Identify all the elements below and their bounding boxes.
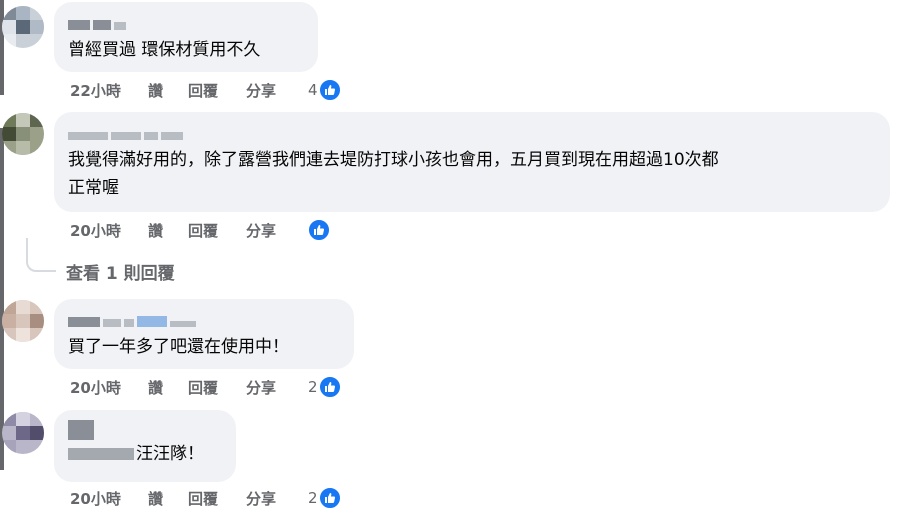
comment-bubble: 我覺得滿好用的，除了露營我們連去堤防打球小孩也會用，五月買到現在用超過10次都 … [54, 112, 890, 212]
commenter-name-blurred[interactable] [68, 122, 876, 140]
comment-timestamp[interactable]: 20小時 [70, 220, 148, 241]
reaction-count-number: 4 [308, 81, 318, 99]
thumbs-up-icon [317, 486, 342, 510]
comment-actions: 20小時 讚 回覆 分享 [70, 375, 308, 399]
like-button[interactable]: 讚 [148, 220, 188, 241]
comment-actions: 22小時 讚 回覆 分享 [70, 78, 308, 102]
reaction-count[interactable]: 2 [308, 486, 342, 510]
share-button[interactable]: 分享 [246, 488, 308, 509]
comment-text: 我覺得滿好用的，除了露營我們連去堤防打球小孩也會用，五月買到現在用超過10次都 … [68, 150, 719, 198]
view-replies-link[interactable]: 查看 1 則回覆 [66, 259, 175, 284]
comment-actions: 20小時 讚 回覆 分享 [70, 218, 308, 242]
share-button[interactable]: 分享 [246, 220, 308, 241]
comment-bubble: 汪汪隊！ [54, 410, 236, 482]
commenter-name-blurred[interactable] [68, 418, 222, 440]
comment-text: 買了一年多了吧還在使用中！ [68, 337, 289, 357]
commenter-name-blurred[interactable] [68, 309, 340, 327]
thumbs-up-icon [307, 218, 331, 242]
comment-text: 汪汪隊！ [136, 444, 204, 464]
comment-actions: 20小時 讚 回覆 分享 [70, 486, 308, 510]
like-button[interactable]: 讚 [148, 80, 188, 101]
reaction-count[interactable] [307, 218, 331, 242]
avatar[interactable] [2, 113, 44, 155]
reaction-count[interactable]: 2 [308, 375, 342, 399]
share-button[interactable]: 分享 [246, 80, 308, 101]
avatar[interactable] [2, 300, 44, 342]
reaction-count-number: 2 [308, 489, 318, 507]
reaction-count[interactable]: 4 [308, 78, 342, 102]
like-button[interactable]: 讚 [148, 488, 188, 509]
share-button[interactable]: 分享 [246, 377, 308, 398]
reply-connector [26, 238, 56, 272]
comment-timestamp[interactable]: 20小時 [70, 488, 148, 509]
reply-button[interactable]: 回覆 [188, 377, 246, 398]
like-button[interactable]: 讚 [148, 377, 188, 398]
reply-button[interactable]: 回覆 [188, 80, 246, 101]
reply-button[interactable]: 回覆 [188, 220, 246, 241]
thumbs-up-icon [317, 78, 342, 102]
commenter-name-blurred[interactable] [68, 12, 304, 30]
commenter-name-blurred[interactable] [68, 448, 134, 460]
comment-timestamp[interactable]: 22小時 [70, 80, 148, 101]
avatar[interactable] [2, 6, 44, 48]
reply-button[interactable]: 回覆 [188, 488, 246, 509]
comment-bubble: 曾經買過 環保材質用不久 [54, 2, 318, 72]
comment-timestamp[interactable]: 20小時 [70, 377, 148, 398]
comment-text: 曾經買過 環保材質用不久 [68, 40, 261, 60]
avatar[interactable] [2, 412, 44, 454]
comment-bubble: 買了一年多了吧還在使用中！ [54, 299, 354, 369]
thumbs-up-icon [317, 375, 342, 399]
reaction-count-number: 2 [308, 378, 318, 396]
